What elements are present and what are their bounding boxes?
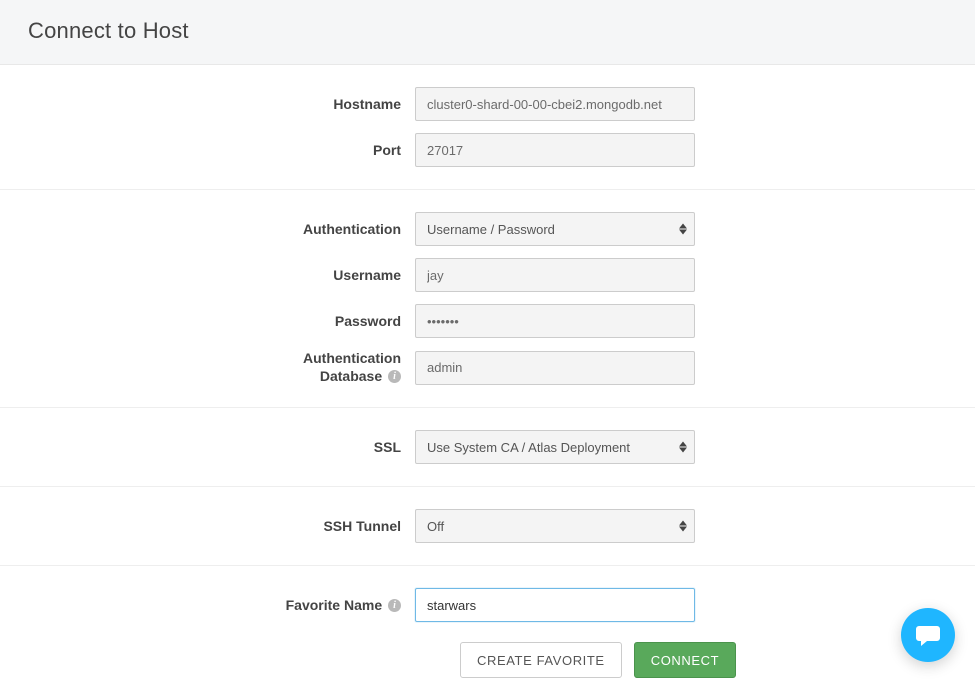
ssl-label: SSL [0, 439, 415, 456]
info-icon[interactable]: i [388, 599, 401, 612]
favorite-name-input[interactable] [415, 588, 695, 622]
port-input[interactable] [415, 133, 695, 167]
page-title: Connect to Host [28, 18, 947, 44]
section-ssh: SSH Tunnel Off [0, 487, 975, 566]
ssh-tunnel-select[interactable]: Off [415, 509, 695, 543]
port-label: Port [0, 142, 415, 159]
authdb-input[interactable] [415, 351, 695, 385]
username-input[interactable] [415, 258, 695, 292]
chat-icon [915, 623, 941, 647]
page-header: Connect to Host [0, 0, 975, 65]
section-favorite: Favorite Name i CREATE FAVORITE CONNECT [0, 566, 975, 678]
ssh-label: SSH Tunnel [0, 518, 415, 535]
section-connection: Hostname Port [0, 65, 975, 190]
favorite-name-label: Favorite Name i [0, 597, 415, 614]
authdb-label: Authentication Database i [0, 350, 415, 385]
section-ssl: SSL Use System CA / Atlas Deployment [0, 408, 975, 487]
username-label: Username [0, 267, 415, 284]
authentication-select[interactable]: Username / Password [415, 212, 695, 246]
section-authentication: Authentication Username / Password Usern… [0, 190, 975, 408]
connect-button[interactable]: CONNECT [634, 642, 736, 678]
create-favorite-button[interactable]: CREATE FAVORITE [460, 642, 622, 678]
ssl-select[interactable]: Use System CA / Atlas Deployment [415, 430, 695, 464]
hostname-label: Hostname [0, 96, 415, 113]
hostname-input[interactable] [415, 87, 695, 121]
password-input[interactable] [415, 304, 695, 338]
password-label: Password [0, 313, 415, 330]
authentication-label: Authentication [0, 221, 415, 238]
chat-widget-button[interactable] [901, 608, 955, 662]
info-icon[interactable]: i [388, 370, 401, 383]
